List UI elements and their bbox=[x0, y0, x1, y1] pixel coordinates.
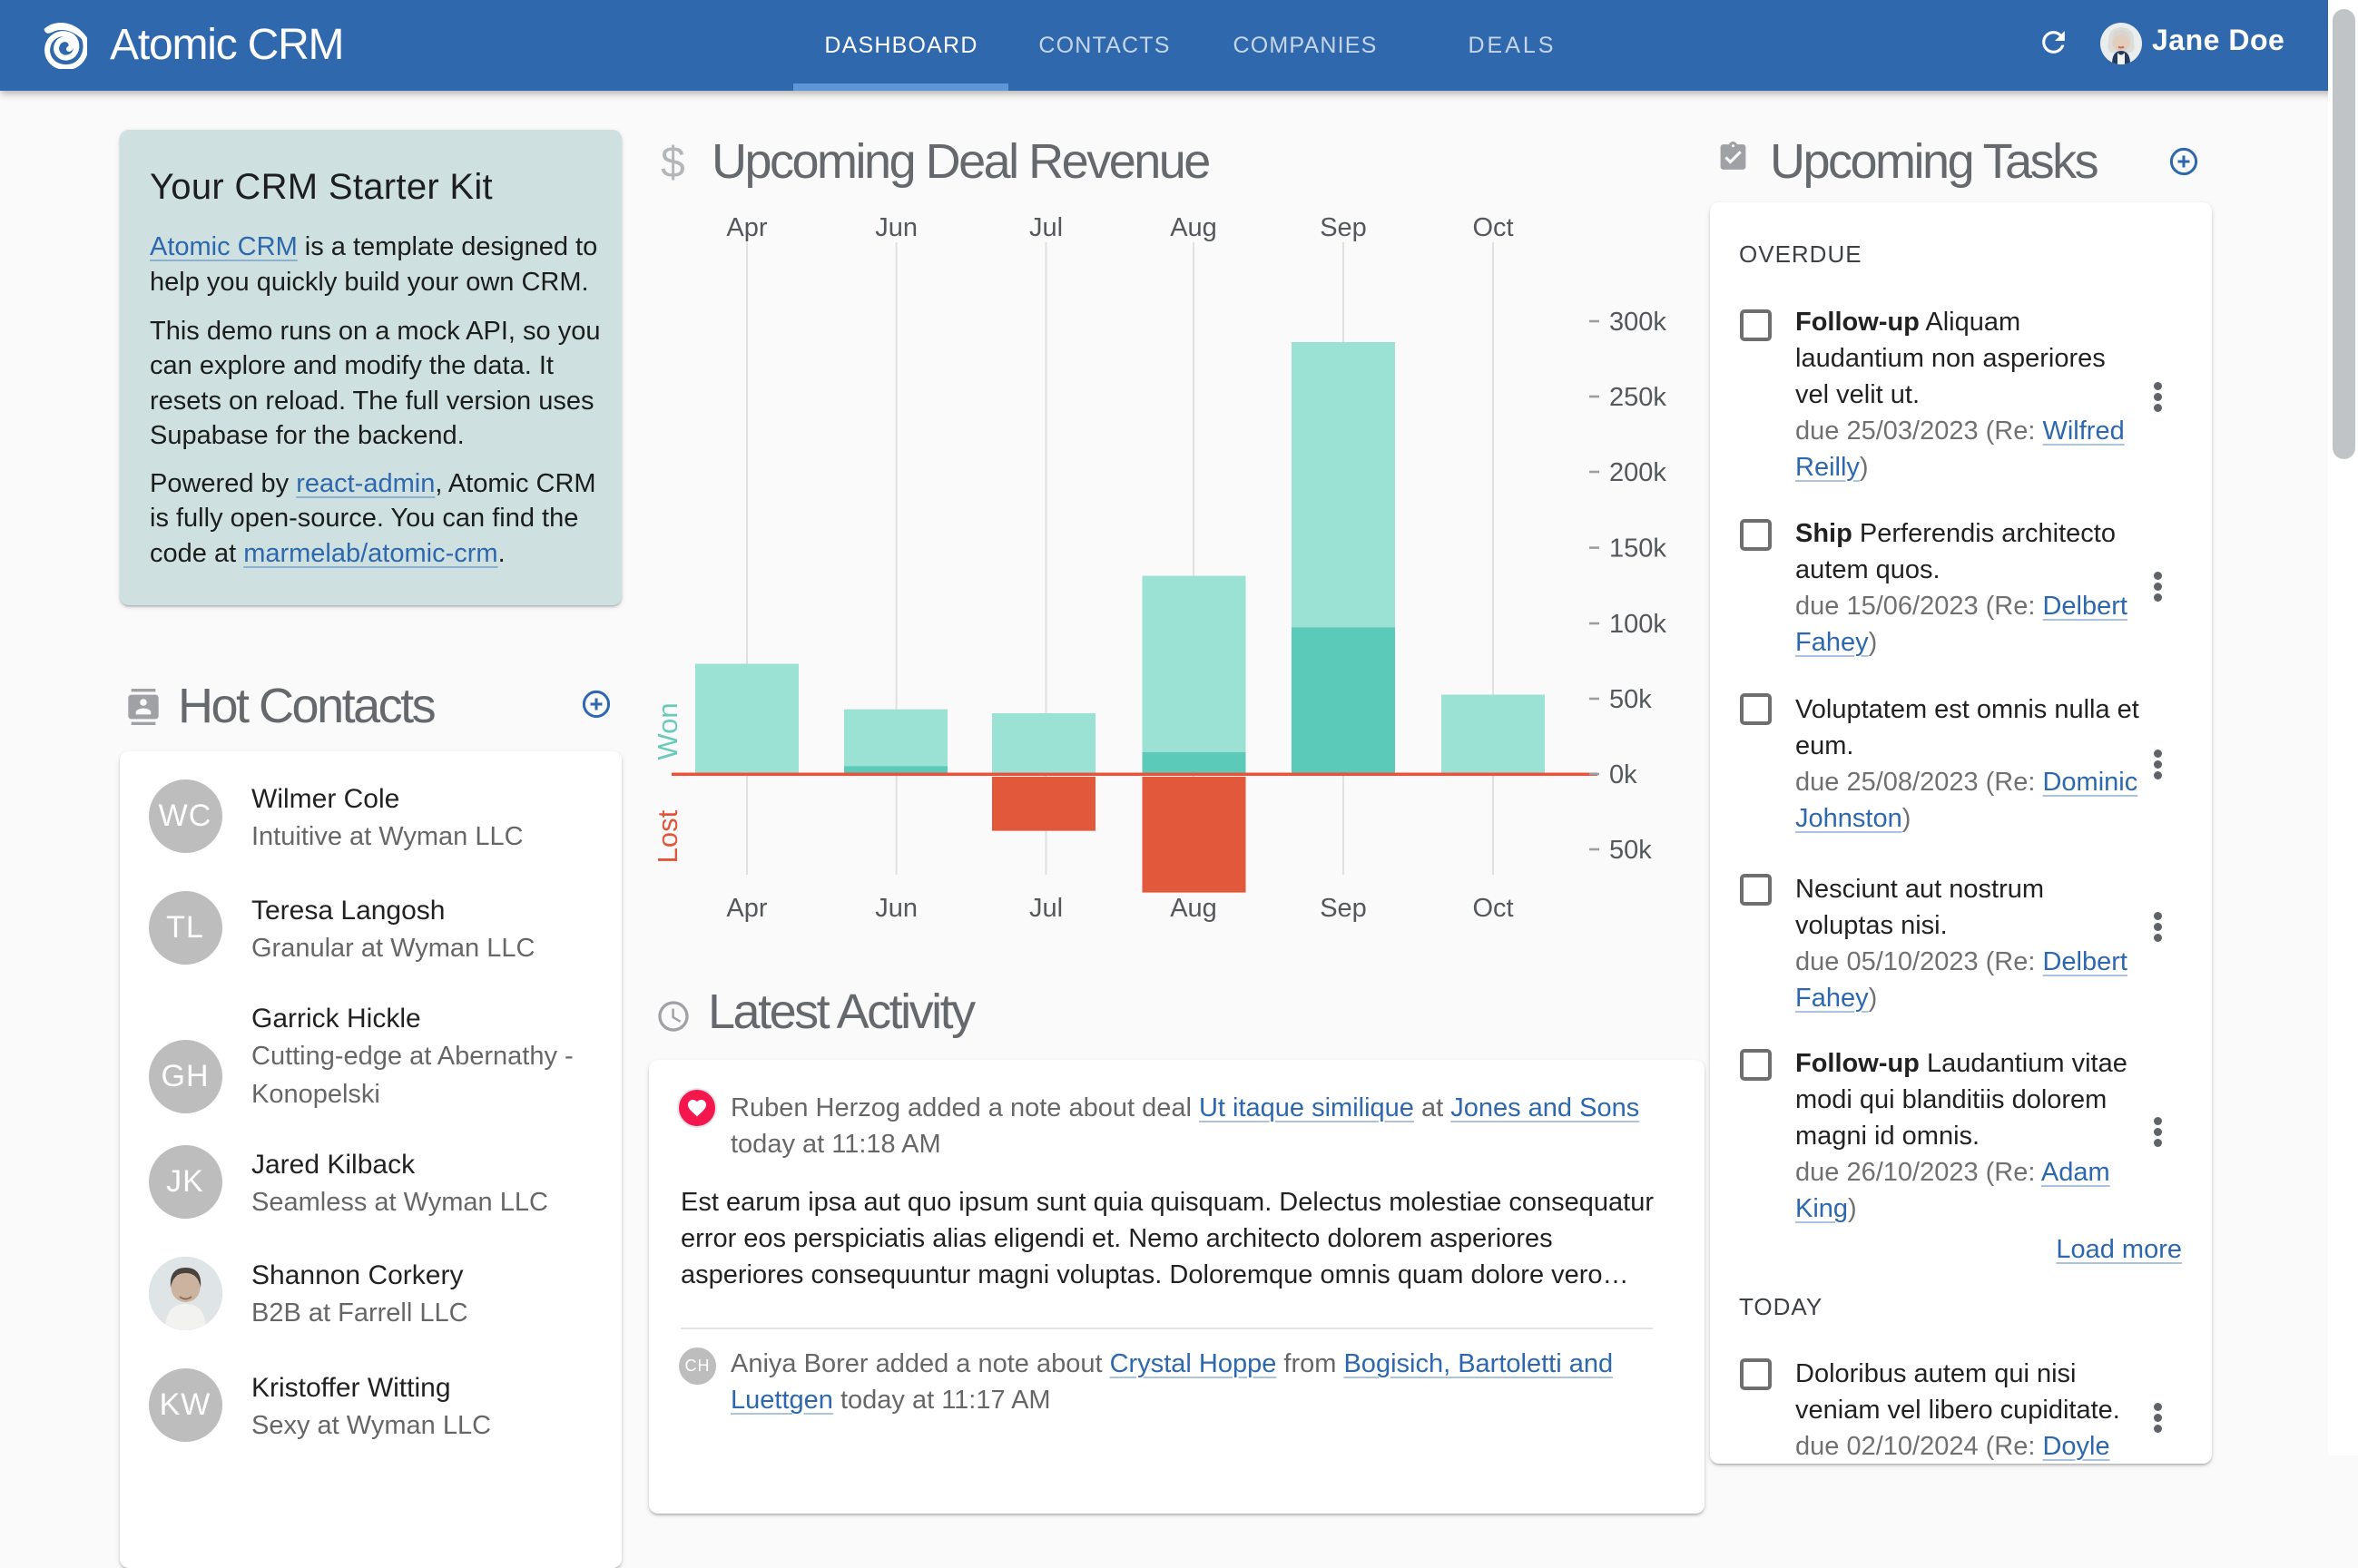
svg-text:Sep: Sep bbox=[1320, 894, 1367, 923]
svg-text:250k: 250k bbox=[1609, 383, 1666, 412]
svg-text:Apr: Apr bbox=[726, 894, 767, 923]
svg-text:Sep: Sep bbox=[1320, 213, 1367, 242]
svg-text:Jun: Jun bbox=[875, 213, 918, 242]
svg-text:300k: 300k bbox=[1609, 308, 1666, 337]
svg-text:Aug: Aug bbox=[1170, 894, 1217, 923]
svg-text:Aug: Aug bbox=[1170, 213, 1217, 242]
svg-text:100k: 100k bbox=[1609, 610, 1666, 639]
svg-text:200k: 200k bbox=[1609, 458, 1666, 487]
svg-text:0k: 0k bbox=[1609, 760, 1637, 789]
svg-text:Apr: Apr bbox=[726, 213, 767, 242]
svg-text:Jun: Jun bbox=[875, 894, 918, 923]
svg-text:50k: 50k bbox=[1609, 685, 1652, 714]
svg-text:Jul: Jul bbox=[1029, 213, 1063, 242]
svg-text:Won: Won bbox=[652, 702, 683, 760]
svg-text:50k: 50k bbox=[1609, 836, 1652, 865]
svg-text:150k: 150k bbox=[1609, 534, 1666, 564]
svg-text:Lost: Lost bbox=[652, 809, 683, 863]
svg-text:Jul: Jul bbox=[1029, 894, 1063, 923]
svg-text:Oct: Oct bbox=[1472, 894, 1513, 923]
svg-text:Oct: Oct bbox=[1472, 213, 1513, 242]
